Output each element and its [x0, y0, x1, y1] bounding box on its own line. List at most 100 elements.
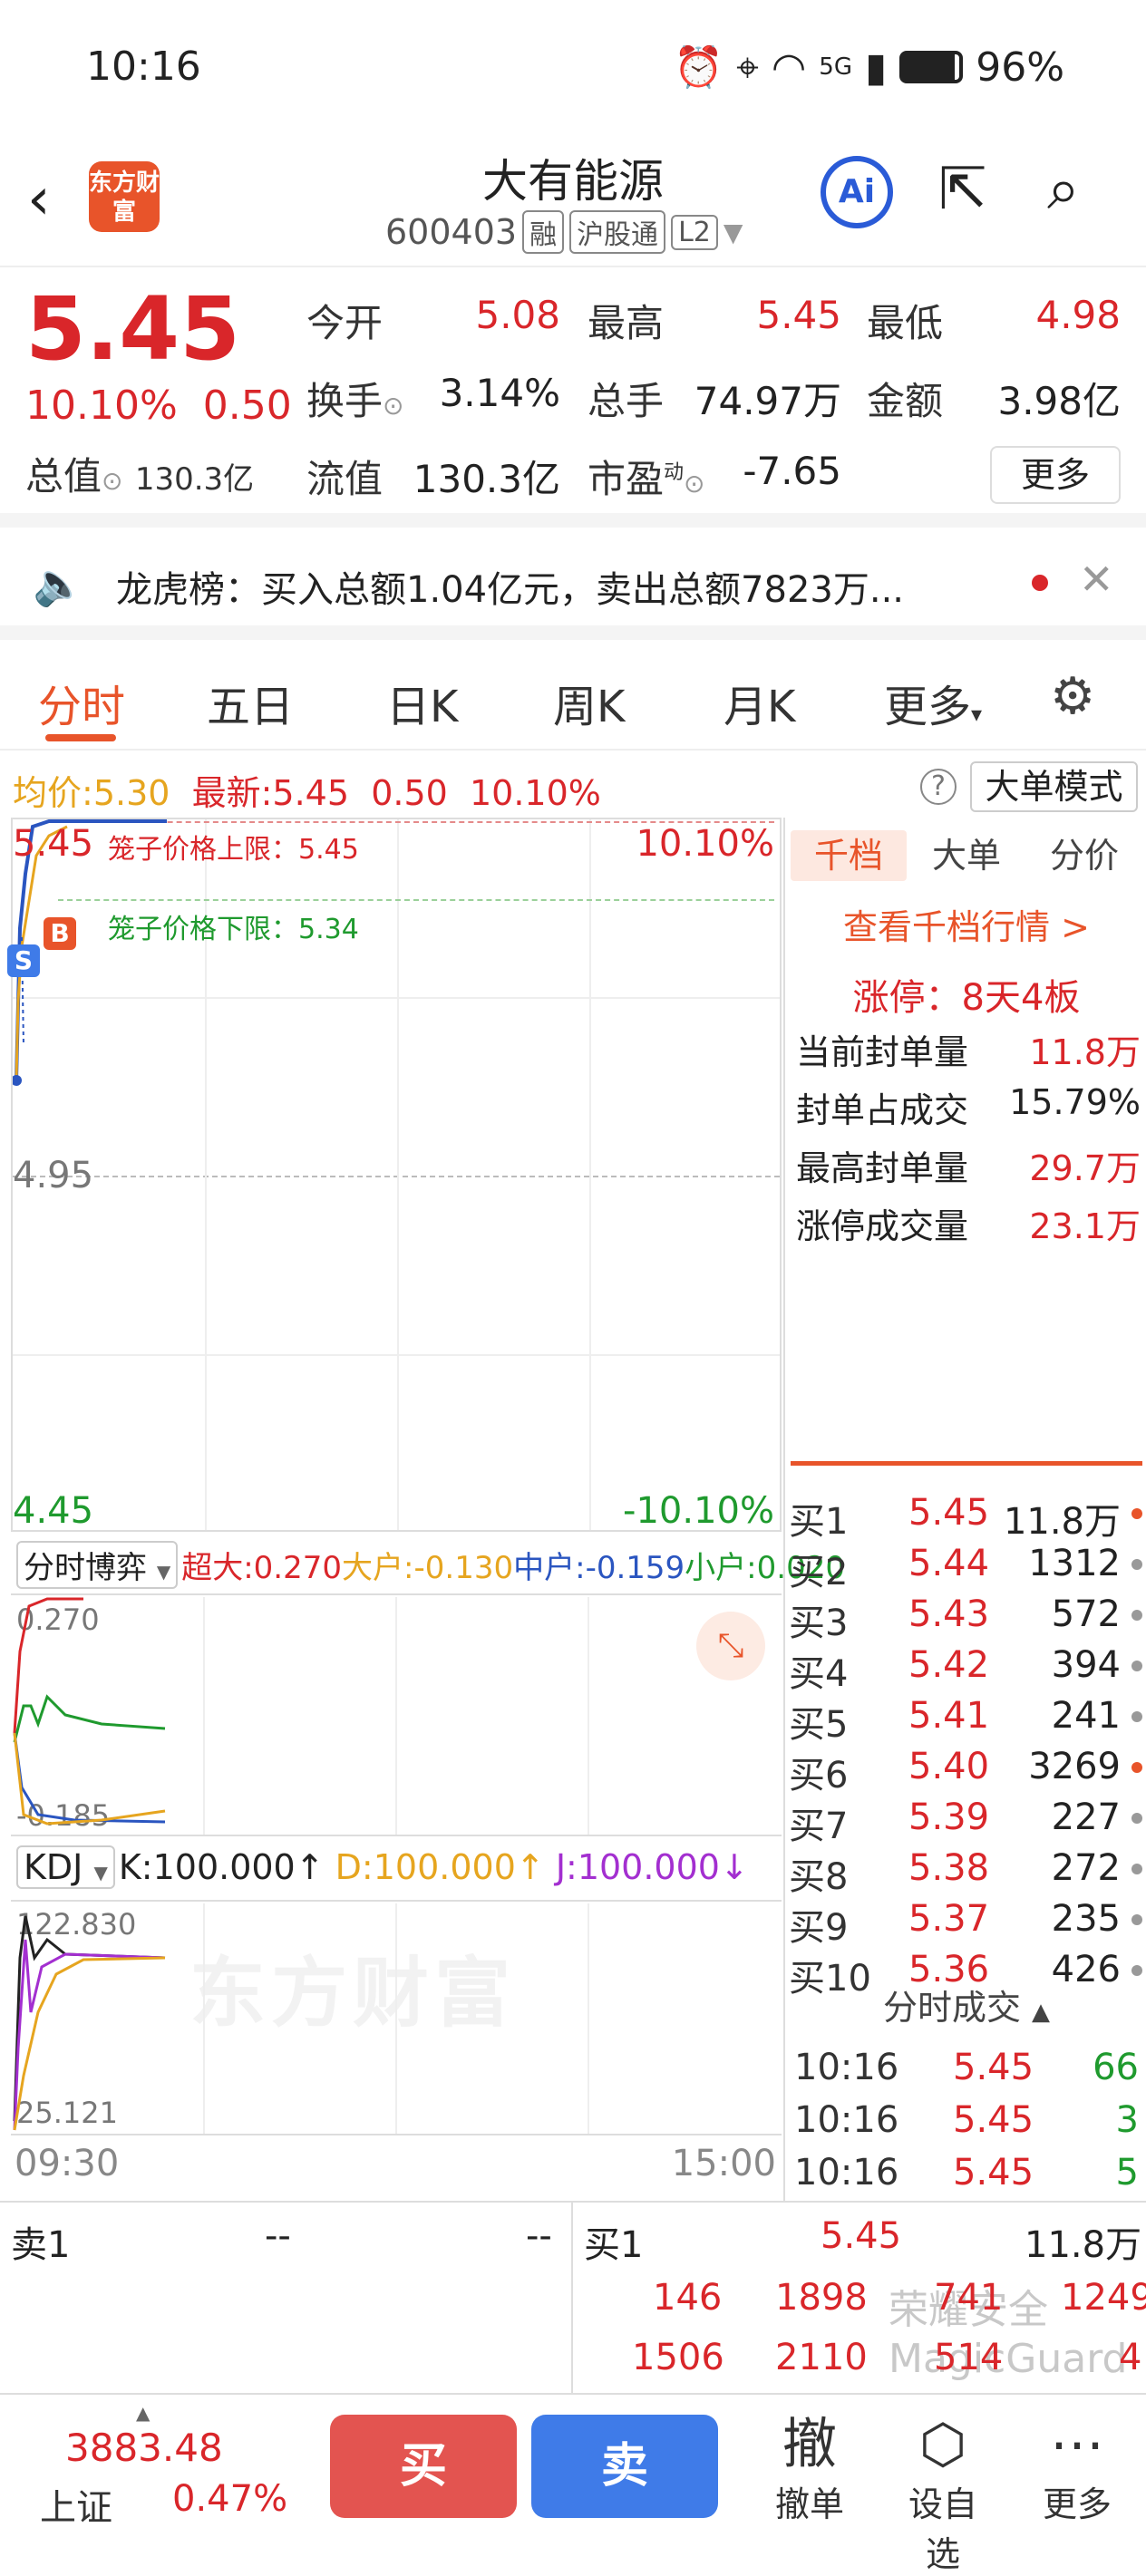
share-icon[interactable]: ⇱	[938, 156, 987, 223]
location-icon: ⌖	[736, 44, 759, 91]
price-change: 10.10% 0.50	[25, 383, 292, 429]
grid-line	[13, 1354, 780, 1356]
chevron-down-icon: ▼	[723, 217, 743, 247]
kdj-header: KDJ ▼ K:100.000↑ D:100.000↑ J:100.000↓	[11, 1838, 782, 1902]
info-icon: ⊙	[102, 466, 123, 496]
buy-marker: B	[44, 917, 76, 950]
search-icon[interactable]: ⌕	[1047, 156, 1080, 223]
sell-button[interactable]: 卖	[531, 2415, 718, 2518]
index-pct[interactable]: 0.47%	[172, 2478, 287, 2520]
battery-icon	[899, 51, 964, 83]
stat-row: 封单占成交 15.79%	[796, 1082, 1141, 1130]
tag-connect: 沪股通	[569, 210, 666, 254]
bid-level: 买6	[789, 1755, 849, 1796]
bid-qty: 572	[1051, 1593, 1121, 1635]
index-name[interactable]: 上证	[40, 2478, 112, 2531]
low-value: 4.98	[1035, 293, 1121, 337]
chevron-up-icon[interactable]: ▲	[136, 2402, 150, 2424]
axis-mid-price: 4.95	[13, 1155, 94, 1196]
grid-line	[203, 1903, 205, 2134]
low-label: 最低	[867, 301, 944, 345]
bid-price: 5.43	[908, 1593, 990, 1635]
grid-line	[397, 819, 399, 1530]
kdj-chart[interactable]: 122.830 25.121	[11, 1903, 782, 2135]
buy-button[interactable]: 买	[330, 2415, 517, 2518]
tab-level-1000[interactable]: 千档	[791, 830, 907, 881]
axis-top-price: 5.45	[13, 823, 94, 865]
stock-code-row[interactable]: 600403 融 沪股通 L2 ▼	[385, 210, 743, 254]
info-icon: ⊙	[684, 469, 705, 499]
dot-icon	[1131, 1965, 1142, 1976]
notice-bar[interactable]: 🔈 龙虎榜：买入总额1.04亿元，卖出总额7823万... ✕	[0, 528, 1146, 640]
index-value[interactable]: 3883.48	[65, 2426, 223, 2470]
high-value: 5.45	[756, 293, 841, 337]
open-label: 今开	[306, 301, 384, 345]
more-menu-button[interactable]: ⋯ 更多	[1027, 2413, 1127, 2526]
stat-row: 最高封单量 29.7万	[796, 1148, 1141, 1188]
tab-monthly-k[interactable]: 月K	[724, 671, 795, 734]
tab-5day[interactable]: 五日	[207, 671, 294, 734]
grid-line	[395, 1597, 397, 1835]
chart-info-bar: 均价:5.30 最新:5.45 0.50 10.10% ? 大单模式	[0, 752, 1146, 816]
unread-dot	[1032, 575, 1048, 591]
view-depth-link[interactable]: 查看千档行情 >	[785, 899, 1146, 949]
bid-level: 买4	[789, 1653, 849, 1695]
bid-price: 5.41	[908, 1695, 990, 1737]
dot-icon	[1131, 1864, 1142, 1874]
tab-more[interactable]: 更多▾	[884, 671, 982, 734]
dot-icon	[1131, 1711, 1142, 1722]
ai-button[interactable]: Ai	[821, 156, 893, 228]
tab-weekly-k[interactable]: 周K	[553, 671, 625, 734]
side-tabs: 千档 大单 分价	[785, 818, 1146, 886]
tab-daily-k[interactable]: 日K	[386, 671, 458, 734]
tab-underline	[45, 734, 116, 741]
limit-up-streak: 涨停：8天4板	[852, 977, 1081, 1019]
more-button[interactable]: 更多	[990, 446, 1121, 504]
bid-qty: 272	[1051, 1847, 1121, 1889]
tab-price-dist[interactable]: 分价	[1030, 830, 1139, 881]
kdj-selector[interactable]: KDJ ▼	[16, 1845, 115, 1889]
help-icon[interactable]: ?	[920, 769, 957, 805]
favorite-icon: ⬡	[918, 2413, 967, 2476]
queue-qty: 1249	[1061, 2277, 1146, 2319]
alarm-icon: ⏰	[674, 44, 724, 91]
queue-qty: 1506	[632, 2337, 724, 2378]
cancel-icon: 撤	[782, 2413, 837, 2476]
bid-level: 买5	[789, 1704, 849, 1746]
time-start: 09:30	[15, 2143, 120, 2184]
battery-level: 96%	[976, 44, 1064, 91]
big-order-mode-button[interactable]: 大单模式	[970, 761, 1138, 812]
quote-panel: 5.45 10.10% 0.50 总值⊙ 130.3亿 今开 5.08 最高 5…	[0, 269, 1146, 528]
expand-icon[interactable]: ⤡	[696, 1612, 765, 1680]
time-axis: 09:30 15:00	[11, 2139, 782, 2203]
queue-qty: 146	[653, 2277, 723, 2319]
float-value: 130.3亿	[413, 457, 560, 501]
gear-icon[interactable]: ⚙	[1050, 667, 1095, 726]
dot-icon	[1131, 1508, 1142, 1519]
flow-selector[interactable]: 分时博弈 ▼	[16, 1541, 179, 1589]
close-icon[interactable]: ✕	[1079, 555, 1114, 604]
queue-qty: 741	[934, 2277, 1004, 2319]
intraday-chart[interactable]: 东方财富 笼子价格上限：5.45 笼子价格下限：5.34 B S 5.45 10…	[7, 818, 782, 2038]
chart-tabs: 分时 五日 日K 周K 月K 更多▾ ⚙	[0, 640, 1146, 751]
cancel-order-button[interactable]: 撤撤单	[760, 2413, 860, 2526]
info-icon: ⊙	[383, 391, 404, 421]
bid-price: 5.40	[908, 1746, 990, 1787]
high-label: 最高	[588, 301, 665, 345]
bid-qty: 11.8万	[1003, 1501, 1121, 1543]
bid-level: 买1	[789, 1501, 849, 1543]
tab-big-orders[interactable]: 大单	[912, 830, 1021, 881]
market-cap: 总值⊙ 130.3亿	[25, 454, 255, 499]
chevron-down-icon: ▼	[156, 1561, 171, 1583]
tag-l2: L2	[671, 214, 718, 250]
add-favorite-button[interactable]: ⬡ 设自选	[893, 2413, 993, 2576]
open-value: 5.08	[475, 293, 560, 337]
notice-text[interactable]: 龙虎榜：买入总额1.04亿元，卖出总额7823万...	[116, 560, 904, 613]
flow-chart[interactable]: 0.270 -0.185 ⤡	[11, 1597, 782, 1836]
bid-level: 买7	[789, 1806, 849, 1847]
bid-level: 买3	[789, 1603, 849, 1644]
wifi-icon: ◠	[771, 44, 807, 91]
ticks-header[interactable]: 分时成交 ▲	[785, 1980, 1146, 2029]
grid-line	[588, 1903, 589, 2134]
tab-intraday[interactable]: 分时	[38, 671, 125, 734]
